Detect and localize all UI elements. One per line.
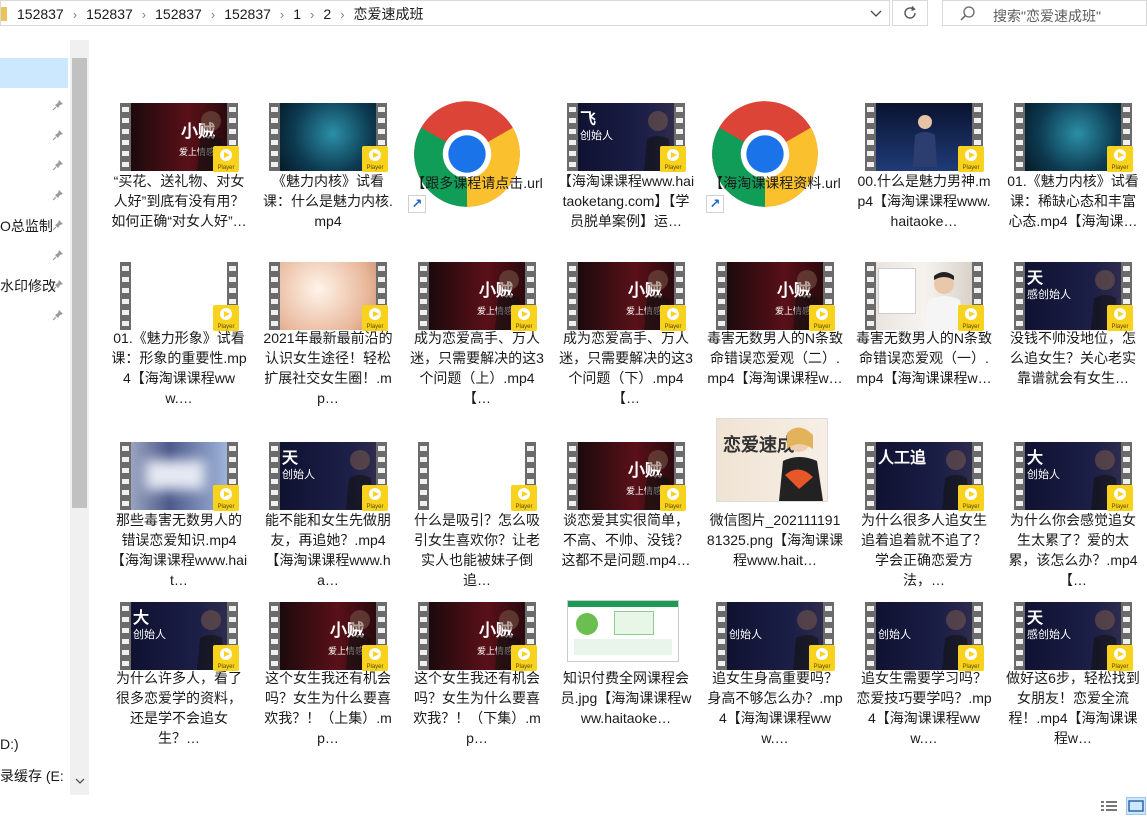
player-badge-icon: Player <box>362 146 388 172</box>
video-thumbnail: 小贼爱上情感创Player <box>418 602 537 671</box>
video-thumbnail: 创始人 Player <box>716 602 835 671</box>
video-thumbnail: 小贼爱上情感创Player <box>269 602 388 671</box>
file-name[interactable]: 那些毒害无数男人的错误恋爱知识.mp4【海淘课课程www.hait… <box>110 510 248 590</box>
video-thumbnail: 小贼爱上情感创Player <box>120 103 239 172</box>
video-thumbnail: 小贼爱上情感创Player <box>716 262 835 331</box>
player-badge-icon: Player <box>362 485 388 511</box>
player-badge-icon: Player <box>958 485 984 511</box>
video-thumbnail: 小贼爱上情感创Player <box>567 442 686 511</box>
image-thumbnail: 恋爱速成 <box>716 418 828 502</box>
video-thumbnail: 人工追 Player <box>865 442 984 511</box>
file-name[interactable]: 为什么你会感觉追女生太累了？爱的太累，该怎么办？.mp4【… <box>1004 510 1142 590</box>
file-name[interactable]: 追女生需要学习吗？恋爱技巧要学吗？.mp4【海淘课课程www.… <box>855 668 993 748</box>
file-name[interactable]: 微信图片_20211119181325.png【海淘课课程www.hait… <box>706 510 844 590</box>
video-thumbnail: 天感创始人 Player <box>1014 262 1133 331</box>
video-thumbnail: Player <box>418 442 537 511</box>
file-name[interactable]: 知识付费全网课程会员.jpg【海淘课课程www.haitaoke… <box>557 668 695 748</box>
file-name[interactable]: 01.《魅力内核》试看课：稀缺心态和丰富心态.mp4【海淘课… <box>1004 171 1142 251</box>
video-thumbnail: 飞创始人 Player <box>567 103 686 172</box>
video-thumbnail: Player <box>865 103 984 172</box>
file-name[interactable]: 能不能和女生先做朋友，再追她？.mp4【海淘课课程www.ha… <box>259 510 397 590</box>
image-thumbnail <box>567 600 679 662</box>
video-thumbnail: Player <box>120 262 239 331</box>
file-name[interactable]: 01.《魅力形象》试看课：形象的重要性.mp4【海淘课课程www.… <box>110 328 248 408</box>
video-thumbnail: Player <box>865 262 984 331</box>
player-badge-icon: Player <box>213 146 239 172</box>
video-thumbnail: 大创始人 Player <box>1014 442 1133 511</box>
file-name[interactable]: 谈恋爱其实很简单，不高、不帅、没钱？这都不是问题.mp4… <box>557 510 695 590</box>
player-badge-icon: Player <box>1107 146 1133 172</box>
video-thumbnail: 小贼爱上情感创Player <box>567 262 686 331</box>
file-name[interactable]: 【海淘课课程www.haitaoketang.com】【学员脱单案例】运… <box>557 171 695 251</box>
details-view-icon[interactable] <box>1100 799 1118 813</box>
file-name[interactable]: 《魅力内核》试看课：什么是魅力内核.mp4 <box>259 171 397 251</box>
video-thumbnail: 大创始人 Player <box>120 602 239 671</box>
player-badge-icon: Player <box>660 485 686 511</box>
video-thumbnail: 小贼爱上情感创Player <box>418 262 537 331</box>
file-name[interactable]: 2021年最新最前沿的认识女生途径！轻松扩展社交女生圈！.mp… <box>259 328 397 408</box>
video-thumbnail: 天感创始人 Player <box>1014 602 1133 671</box>
player-badge-icon: Player <box>660 146 686 172</box>
file-name[interactable]: 为什么许多人，看了很多恋爱学的资料，还是学不会追女生？… <box>110 668 248 748</box>
file-name[interactable]: 为什么很多人追女生追着追着就不追了？学会正确恋爱方法，… <box>855 510 993 590</box>
large-icons-view-icon[interactable] <box>1126 797 1146 815</box>
video-thumbnail: 创始人 Player <box>865 602 984 671</box>
video-thumbnail: Player <box>269 103 388 172</box>
file-name[interactable]: 什么是吸引？怎么吸引女生喜欢你？让老实人也能被妹子倒追… <box>408 510 546 590</box>
file-name[interactable]: 【跟多课程请点击.url <box>408 173 546 213</box>
file-name[interactable]: 成为恋爱高手、万人迷，只需要解决的这3个问题（上）.mp4【… <box>408 328 546 408</box>
file-name[interactable]: 这个女生我还有机会吗？女生为什么要喜欢我？！（上集）.mp… <box>259 668 397 748</box>
video-thumbnail: Player <box>269 262 388 331</box>
file-name[interactable]: 没钱不帅没地位，怎么追女生？关心老实靠谱就会有女生… <box>1004 328 1142 408</box>
player-badge-icon: Player <box>1107 485 1133 511</box>
file-name[interactable]: 追女生身高重要吗？身高不够怎么办？.mp4【海淘课课程www.… <box>706 668 844 748</box>
file-name[interactable]: 毒害无数男人的N条致命错误恋爱观（一）.mp4【海淘课课程w… <box>855 328 993 408</box>
file-name[interactable]: 00.什么是魅力男神.mp4【海淘课课程www.haitaoke… <box>855 171 993 251</box>
video-thumbnail: 天创始人 Player <box>269 442 388 511</box>
file-name[interactable]: 这个女生我还有机会吗？女生为什么要喜欢我？！（下集）.mp… <box>408 668 546 748</box>
video-thumbnail: Player <box>1014 103 1133 172</box>
file-name[interactable]: 毒害无数男人的N条致命错误恋爱观（二）.mp4【海淘课课程w… <box>706 328 844 408</box>
file-grid: 小贼爱上情感创Player“买花、送礼物、对女人好”到底有没有用？如何正确“对女… <box>0 0 1147 815</box>
file-name[interactable]: 做好这6步，轻松找到女朋友！恋爱全流程！.mp4【海淘课课程w… <box>1004 668 1142 748</box>
file-name[interactable]: 成为恋爱高手、万人迷，只需要解决的这3个问题（下）.mp4【… <box>557 328 695 408</box>
file-name[interactable]: “买花、送礼物、对女人好”到底有没有用？如何正确“对女人好”… <box>110 171 248 251</box>
player-badge-icon: Player <box>213 485 239 511</box>
player-badge-icon: Player <box>958 146 984 172</box>
player-badge-icon: Player <box>511 485 537 511</box>
video-thumbnail: Player <box>120 442 239 511</box>
file-name[interactable]: 【海淘课课程资料.url <box>706 173 844 213</box>
